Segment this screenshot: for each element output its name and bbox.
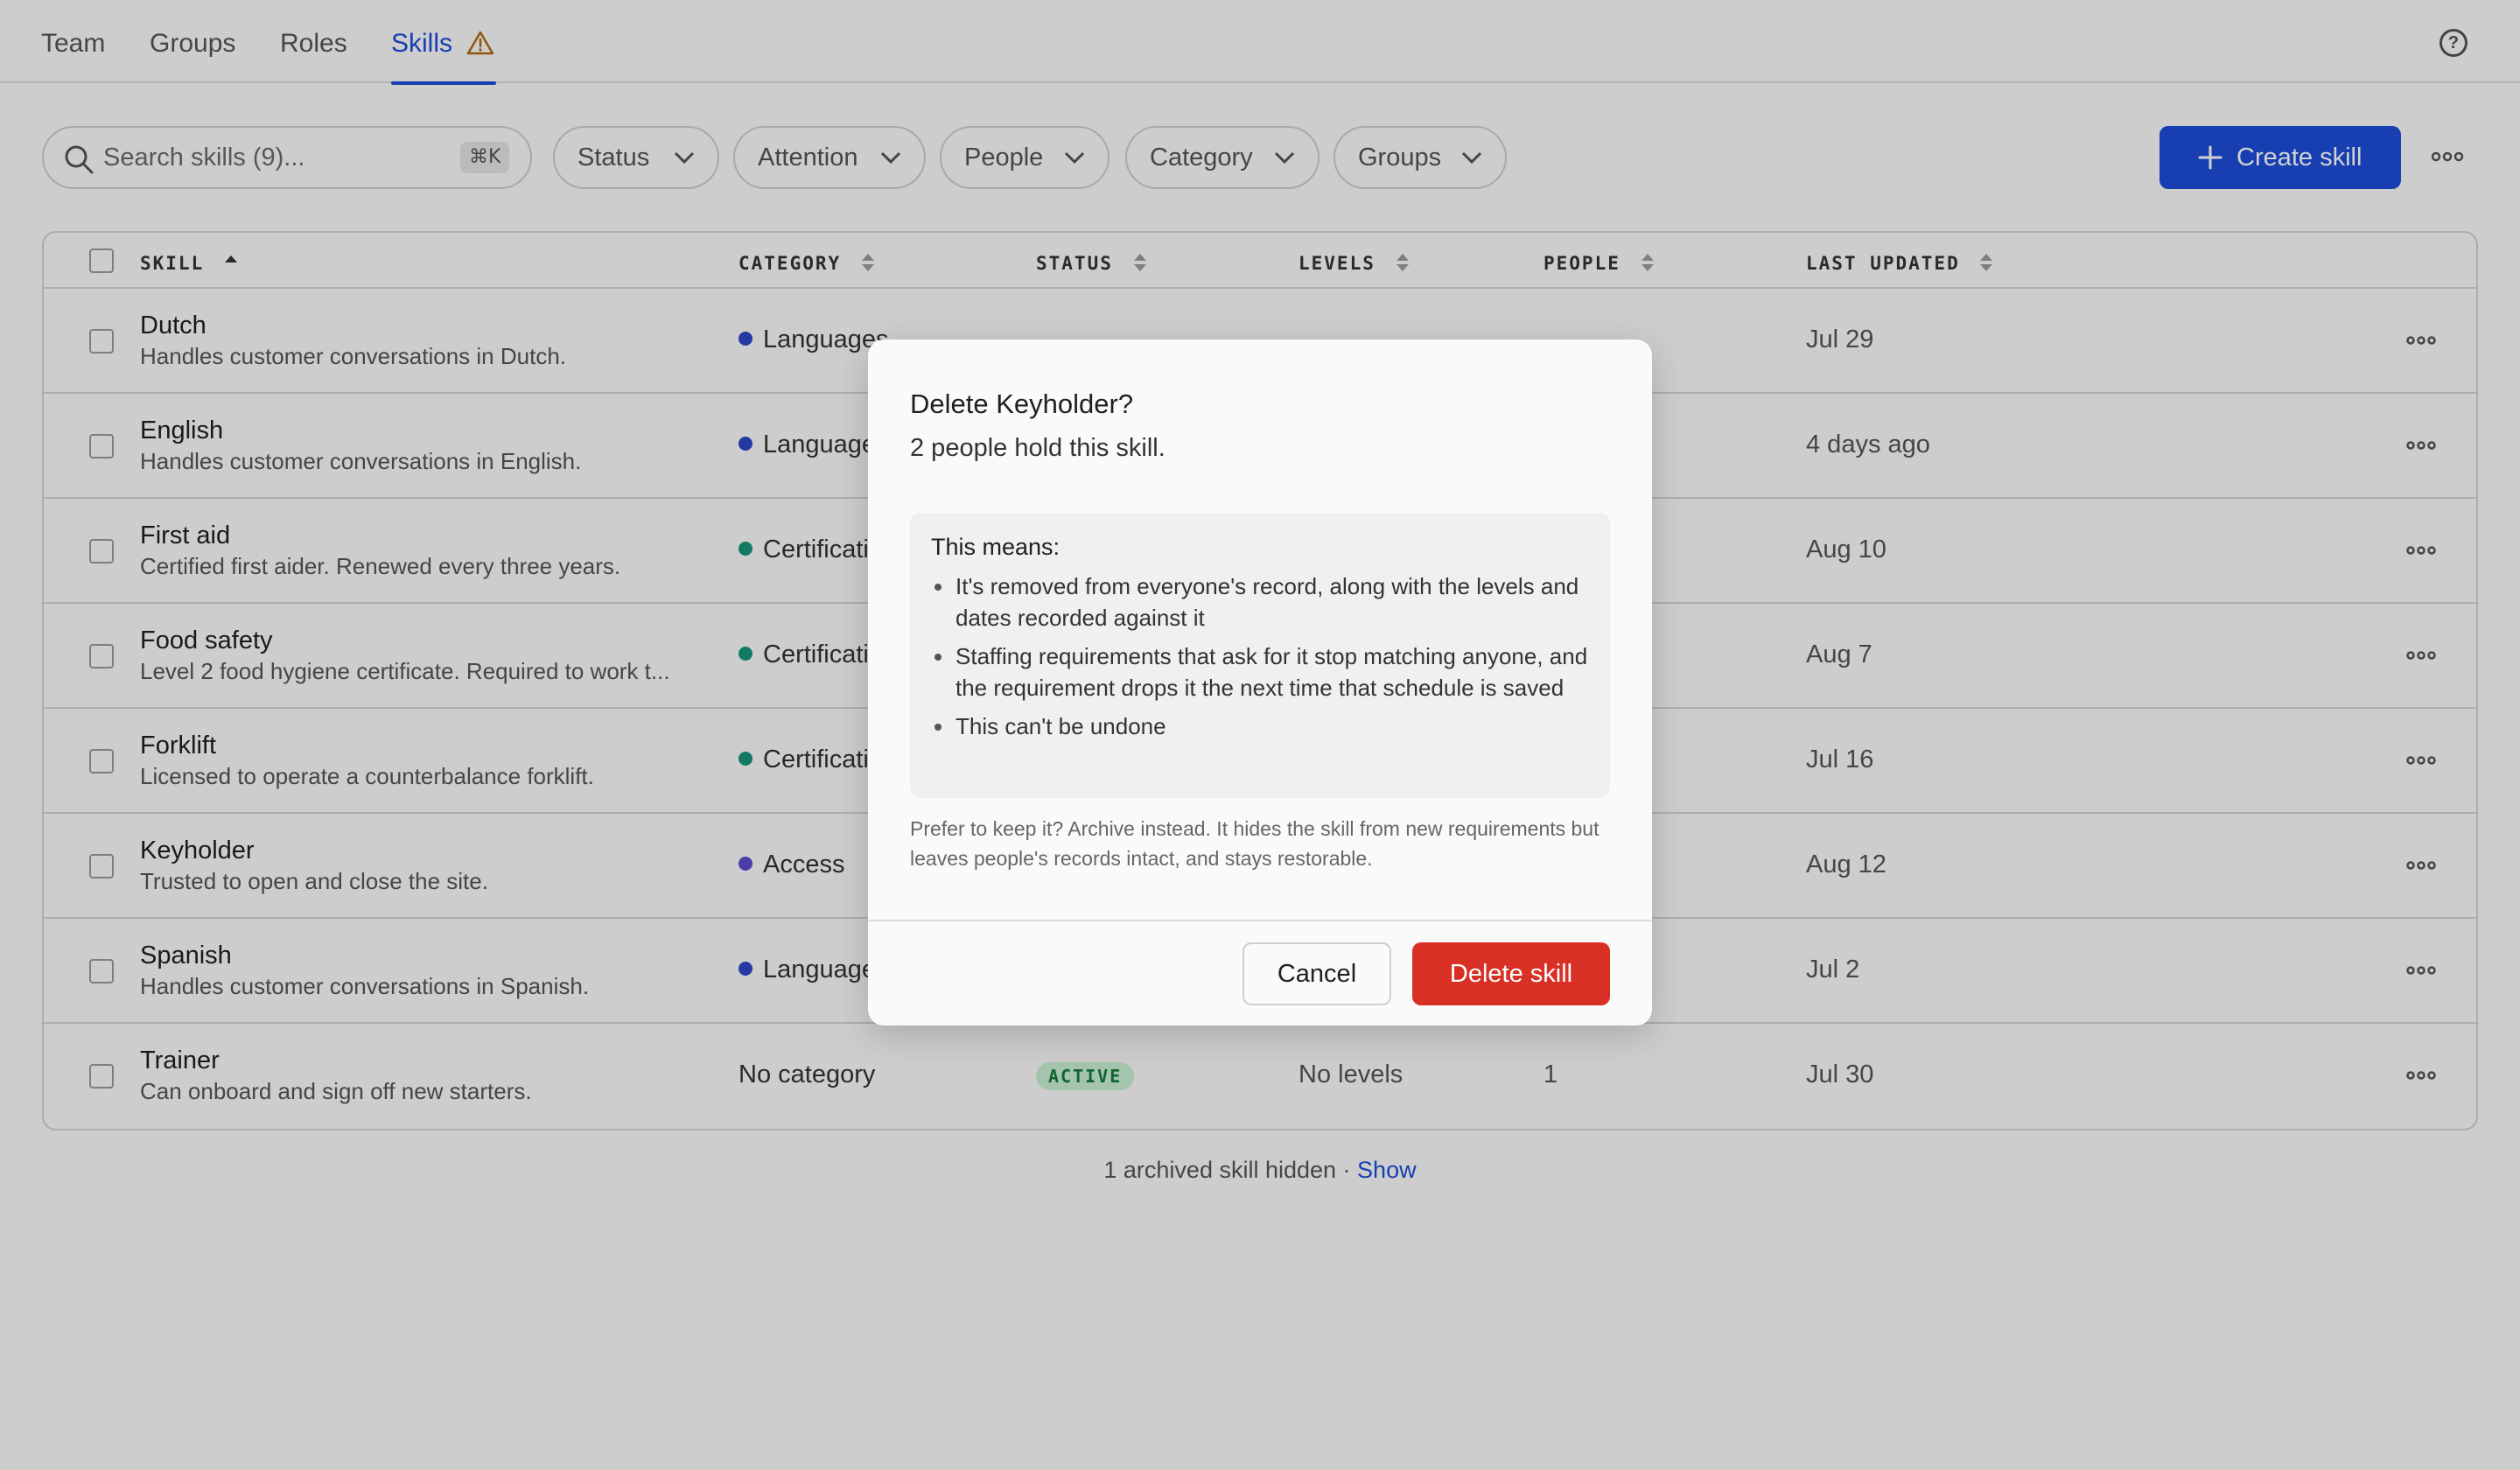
archive-hint: Prefer to keep it? Archive instead. It h…: [910, 817, 1600, 870]
consequence-item: Staffing requirements that ask for it st…: [931, 640, 1596, 704]
delete-skill-button[interactable]: Delete skill: [1412, 942, 1610, 1005]
consequence-item: It's removed from everyone's record, alo…: [931, 570, 1596, 634]
dialog-divider: [868, 920, 1652, 921]
consequence-item: This can't be undone: [931, 710, 1596, 742]
dialog-title: Delete Keyholder?: [910, 388, 1134, 419]
dialog-subtitle: 2 people hold this skill.: [910, 434, 1166, 462]
consequences-title: This means:: [931, 534, 1060, 560]
cancel-button[interactable]: Cancel: [1242, 942, 1391, 1005]
consequences-box: This means: It's removed from everyone's…: [910, 513, 1610, 798]
skills-page: Team Groups Roles Skills ? ⌘K Status Att…: [0, 0, 2520, 1470]
delete-skill-dialog: Delete Keyholder? 2 people hold this ski…: [868, 340, 1652, 1026]
consequences-list: It's removed from everyone's record, alo…: [931, 570, 1596, 749]
